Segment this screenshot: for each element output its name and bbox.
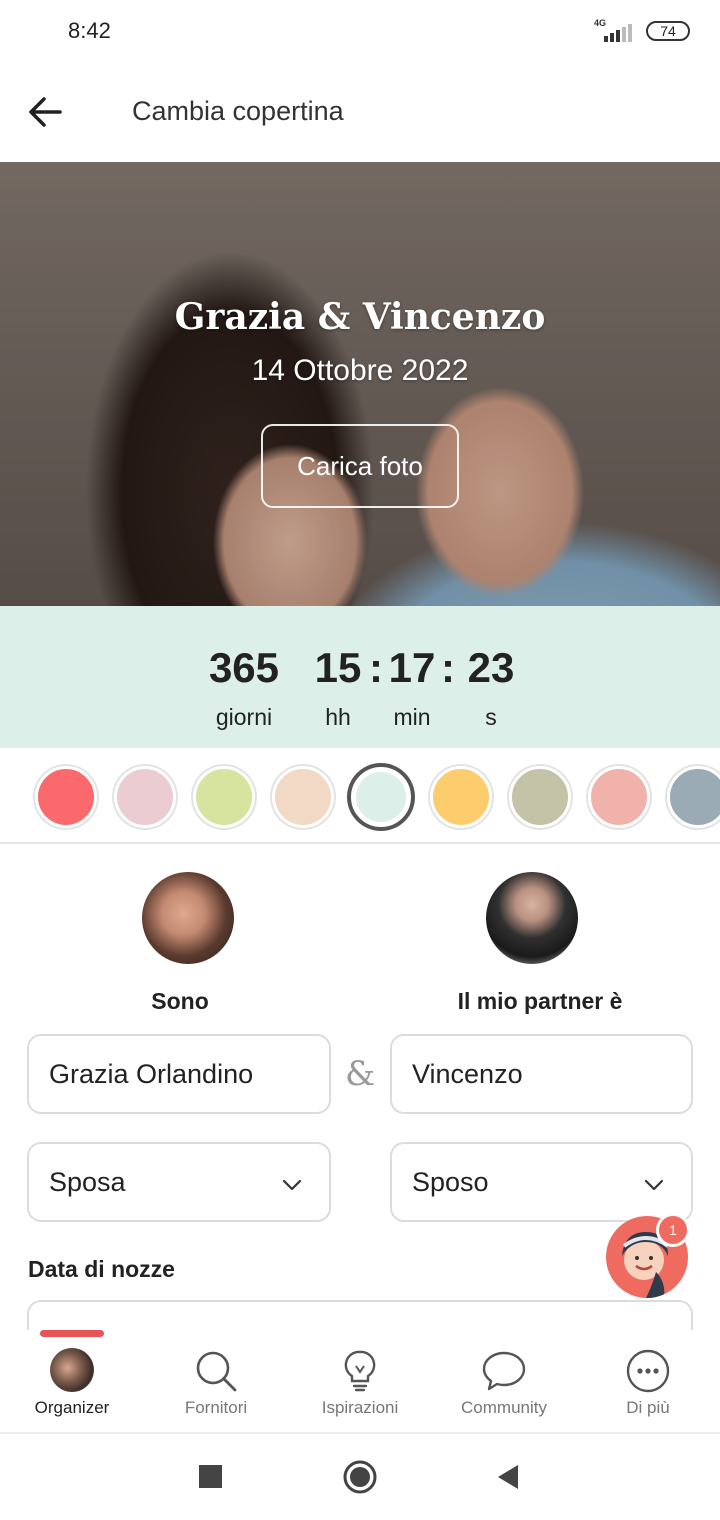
back-icon[interactable] [496,1464,520,1490]
color-swatch[interactable] [35,766,97,828]
system-nav-bar [0,1434,720,1520]
countdown-separator: : [369,644,383,691]
countdown: 365 15 : 17 : 23 giorni hh min s [0,606,720,748]
couple-names: Grazia & Vincenzo [174,296,546,338]
back-arrow-icon[interactable] [24,90,68,134]
color-swatch[interactable] [272,766,334,828]
countdown-minutes-label: min [393,704,431,730]
countdown-minutes: 17 [388,644,436,691]
partner-avatar[interactable] [486,872,578,964]
color-swatch[interactable] [509,766,571,828]
partner-label: Il mio partner è [457,988,623,1014]
color-swatch[interactable] [430,766,492,828]
color-swatch[interactable] [114,766,176,828]
wedding-date-display: 14 Ottobre 2022 [251,354,469,387]
nav-item-organizer[interactable]: Organizer [0,1330,144,1434]
wedding-date-label: Data di nozze [28,1256,175,1282]
nav-label: Di più [626,1398,670,1417]
chevron-down-icon [282,1179,302,1191]
countdown-days-label: giorni [215,704,273,730]
signal-icon: 4G [594,18,634,44]
my-role-value: Sposa [49,1166,126,1197]
nav-item-ispirazioni[interactable]: Ispirazioni [288,1330,432,1434]
bottom-nav: Organizer Fornitori Ispirazioni Communit… [0,1330,720,1434]
my-avatar[interactable] [142,872,234,964]
nav-label: Fornitori [184,1398,248,1417]
chat-bubble-icon [482,1351,526,1391]
my-role-select[interactable]: Sposa [27,1142,331,1222]
my-name-field[interactable]: Grazia Orlandino [27,1034,331,1114]
nav-label: Community [461,1398,547,1417]
partner-role-select[interactable]: Sposo [390,1142,693,1222]
status-bar: 8:42 4G 74 [0,0,720,64]
color-picker [0,748,720,844]
nav-item-fornitori[interactable]: Fornitori [144,1330,288,1434]
page-title: Cambia copertina [132,96,344,126]
countdown-days: 365 [208,644,280,691]
me-label: Sono [151,988,209,1014]
partner-name-field[interactable]: Vincenzo [390,1034,693,1114]
countdown-seconds: 23 [467,644,515,691]
nav-item-more[interactable]: Di più [576,1330,720,1434]
countdown-separator: : [441,644,455,691]
status-time: 8:42 [68,18,111,43]
cover-photo: Grazia & Vincenzo 14 Ottobre 2022 Carica… [0,162,720,608]
chevron-down-icon [644,1179,664,1191]
countdown-hours-label: hh [325,704,351,730]
search-icon [196,1351,237,1392]
recents-icon[interactable] [199,1465,222,1488]
more-icon [626,1349,670,1393]
partner-role-value: Sposo [412,1166,489,1197]
nav-label: Organizer [34,1398,110,1417]
avatar-icon [50,1348,94,1392]
color-swatch[interactable] [351,767,411,827]
battery-icon: 74 [646,21,690,41]
nav-item-community[interactable]: Community [432,1330,576,1434]
upload-photo-button[interactable]: Carica foto [261,424,459,508]
home-icon[interactable] [342,1459,378,1495]
countdown-hours: 15 [314,644,362,691]
color-swatch[interactable] [667,766,720,828]
color-swatch[interactable] [588,766,650,828]
ampersand: & [345,1054,376,1094]
app-bar: Cambia copertina [0,64,720,160]
notification-badge: 1 [656,1213,690,1247]
lightbulb-icon [344,1350,376,1392]
color-swatch[interactable] [193,766,255,828]
nav-label: Ispirazioni [321,1398,399,1417]
countdown-seconds-label: s [485,704,497,730]
status-icons: 4G 74 [594,18,690,44]
